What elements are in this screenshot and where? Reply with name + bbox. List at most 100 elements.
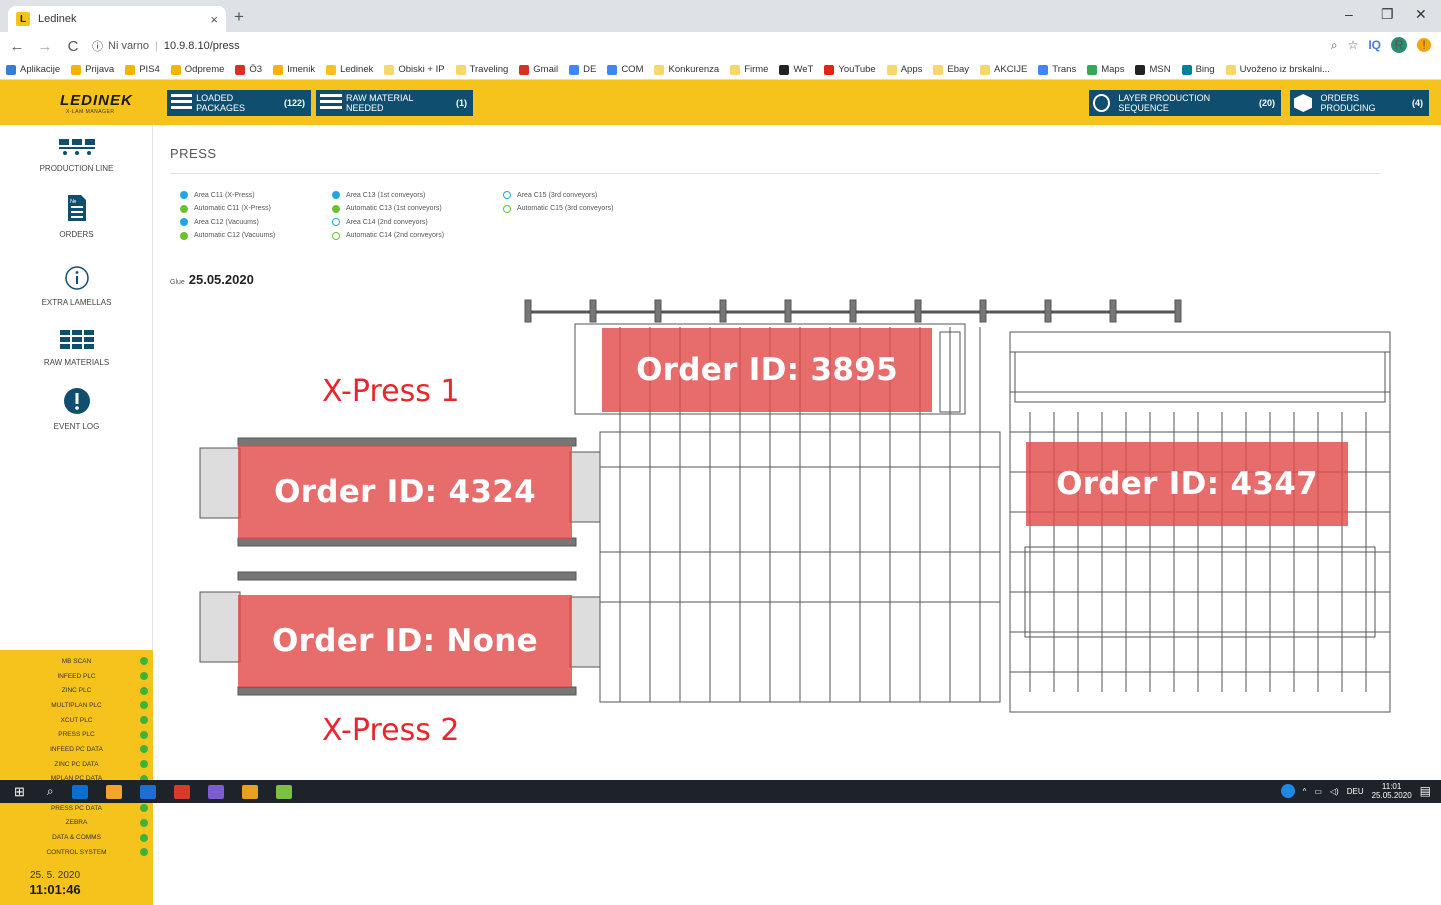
bookmark-label: COM <box>621 64 644 75</box>
bookmark-item[interactable]: Bing <box>1181 64 1215 75</box>
bookmark-item[interactable]: Maps <box>1087 64 1124 75</box>
status-ok-indicator <box>140 804 148 813</box>
order-right[interactable]: Order ID: 4347 <box>1026 442 1348 526</box>
taskbar-app-icon[interactable] <box>207 784 224 799</box>
bookmark-item[interactable]: Traveling <box>455 64 509 75</box>
bookmark-item[interactable]: WeT <box>779 64 813 75</box>
bookmark-icon <box>933 64 944 75</box>
bookmark-icon <box>71 64 82 75</box>
loaded-packages-count: (122) <box>283 98 305 108</box>
bookmark-item[interactable]: DE <box>569 64 596 75</box>
volume-icon[interactable]: ◁) <box>1330 787 1339 796</box>
status-label: PRESS PLC <box>58 731 95 739</box>
zoom-icon[interactable]: ⌕ <box>1331 38 1338 53</box>
order-top[interactable]: Order ID: 3895 <box>602 328 932 412</box>
bookmark-item[interactable]: Aplikacije <box>6 64 60 75</box>
help-icon[interactable] <box>1280 784 1295 798</box>
legend-label: Automatic C11 (X-Press) <box>194 205 271 212</box>
taskbar-app-icon[interactable] <box>275 784 292 799</box>
legend-label: Automatic C15 (3rd conveyors) <box>517 205 614 212</box>
bookmark-item[interactable]: Ebay <box>933 64 969 75</box>
status-row: MULTIPLAN PLC <box>0 698 153 713</box>
star-icon[interactable]: ☆ <box>1348 38 1359 52</box>
bookmark-icon <box>326 64 337 75</box>
tab-close-icon[interactable]: × <box>210 12 218 27</box>
bookmark-item[interactable]: YouTube <box>824 64 876 75</box>
status-ok-indicator <box>140 745 148 754</box>
browser-tab[interactable]: L Ledinek × <box>8 6 226 32</box>
windows-start-icon[interactable]: ⊞ <box>14 784 25 800</box>
info-icon[interactable]: ⓘ <box>92 38 103 54</box>
bookmark-item[interactable]: Uvoženo iz brskalni... <box>1225 64 1330 75</box>
bookmark-item[interactable]: Konkurenza <box>654 64 719 75</box>
taskbar-app-icon[interactable] <box>241 784 258 799</box>
status-ok-indicator <box>140 701 148 710</box>
bookmark-item[interactable]: Odpreme <box>170 64 224 75</box>
language-indicator[interactable]: DEU <box>1347 787 1364 796</box>
bookmark-item[interactable]: Imenik <box>273 64 315 75</box>
legend-dot-icon <box>180 218 188 226</box>
orders-producing-button[interactable]: ORDERS PRODUCING (4) <box>1290 90 1429 116</box>
bookmark-item[interactable]: Gmail <box>519 64 558 75</box>
sidebar-item-production-line[interactable]: PRODUCTION LINE <box>0 137 153 173</box>
bookmark-item[interactable]: Ö3 <box>235 64 262 75</box>
raw-material-needed-button[interactable]: RAW MATERIAL NEEDED (1) <box>316 90 473 116</box>
update-warning-icon[interactable]: ! <box>1417 38 1431 52</box>
url-field[interactable]: ⓘ Ni varno | 10.9.8.10/press <box>92 38 240 54</box>
back-icon[interactable]: ← <box>6 38 28 55</box>
layer-production-sequence-button[interactable]: LAYER PRODUCTION SEQUENCE (20) <box>1089 90 1281 116</box>
close-window-button[interactable]: ✕ <box>1415 6 1427 23</box>
bookmark-label: Gmail <box>533 64 559 75</box>
bookmark-item[interactable]: PIS4 <box>125 64 160 75</box>
iq-extension-icon[interactable]: IQ <box>1368 38 1381 52</box>
ledinek-logo[interactable]: LEDINEK <box>60 92 133 109</box>
taskbar-app-icon[interactable] <box>139 784 156 799</box>
bookmark-item[interactable]: COM <box>607 64 643 75</box>
account-avatar[interactable]: R <box>1391 37 1407 53</box>
bookmark-icon <box>170 64 181 75</box>
bookmark-item[interactable]: Ledinek <box>326 64 373 75</box>
list-icon <box>171 94 193 112</box>
sidebar-item-orders[interactable]: № ORDERS <box>0 193 153 239</box>
app-header: LEDINEK X-LAM MANAGER LOADED PACKAGES (1… <box>0 80 1441 125</box>
sidebar-item-label: RAW MATERIALS <box>43 358 110 367</box>
bookmark-item[interactable]: MSN <box>1135 64 1171 75</box>
order-xpress-1[interactable]: Order ID: 4324 <box>238 445 572 539</box>
bookmark-icon <box>1135 64 1146 75</box>
bookmark-item[interactable]: Firme <box>730 64 768 75</box>
taskbar-app-icon[interactable] <box>71 784 88 799</box>
forward-icon[interactable]: → <box>34 38 56 55</box>
minimize-button[interactable]: – <box>1345 6 1353 22</box>
search-icon[interactable]: ⌕ <box>47 784 54 799</box>
bookmark-item[interactable]: AKCIJE <box>980 64 1027 75</box>
chevron-up-icon[interactable]: ^ <box>1303 787 1307 796</box>
ledinek-favicon-icon: L <box>16 12 30 26</box>
bookmark-item[interactable]: Obiski + IP <box>384 64 445 75</box>
legend-label: Area C12 (Vacuums) <box>194 218 259 226</box>
reload-icon[interactable]: C <box>62 38 84 55</box>
bookmark-item[interactable]: Prijava <box>71 64 114 75</box>
taskbar-apps <box>54 784 292 799</box>
bookmark-item[interactable]: Apps <box>886 64 922 75</box>
sidebar-item-event-log[interactable]: EVENT LOG <box>0 387 153 431</box>
bookmark-icon <box>730 64 741 75</box>
status-list: MB SCAN INFEED PLC ZINC PLC MULTIPLAN PLC XC… <box>0 654 153 860</box>
taskbar-clock[interactable]: 11:01 25.05.2020 <box>1372 782 1412 800</box>
url-text[interactable]: 10.9.8.10/press <box>164 40 240 52</box>
bookmark-label: MSN <box>1149 64 1171 75</box>
taskbar-app-icon[interactable] <box>105 784 122 799</box>
order-xpress-2[interactable]: Order ID: None <box>238 595 572 687</box>
loaded-packages-button[interactable]: LOADED PACKAGES (122) <box>167 90 311 116</box>
bookmark-item[interactable]: Trans <box>1038 64 1076 75</box>
bookmark-label: Traveling <box>469 64 509 75</box>
address-bar-row: ← → C ⓘ Ni varno | 10.9.8.10/press ⌕ ☆ I… <box>0 32 1441 60</box>
restore-button[interactable]: ❐ <box>1381 6 1394 23</box>
taskbar-app-icon[interactable] <box>173 784 190 799</box>
sidebar-item-extra-lamellas[interactable]: EXTRA LAMELLAS <box>0 265 153 307</box>
bookmark-icon <box>6 64 16 75</box>
notifications-icon[interactable]: ▤ <box>1420 784 1431 798</box>
sidebar-item-raw-materials[interactable]: RAW MATERIALS <box>0 329 153 367</box>
new-tab-button[interactable]: + <box>234 7 244 27</box>
raw-material-label: RAW MATERIAL NEEDED <box>345 93 414 113</box>
network-icon[interactable]: ▭ <box>1314 787 1322 796</box>
